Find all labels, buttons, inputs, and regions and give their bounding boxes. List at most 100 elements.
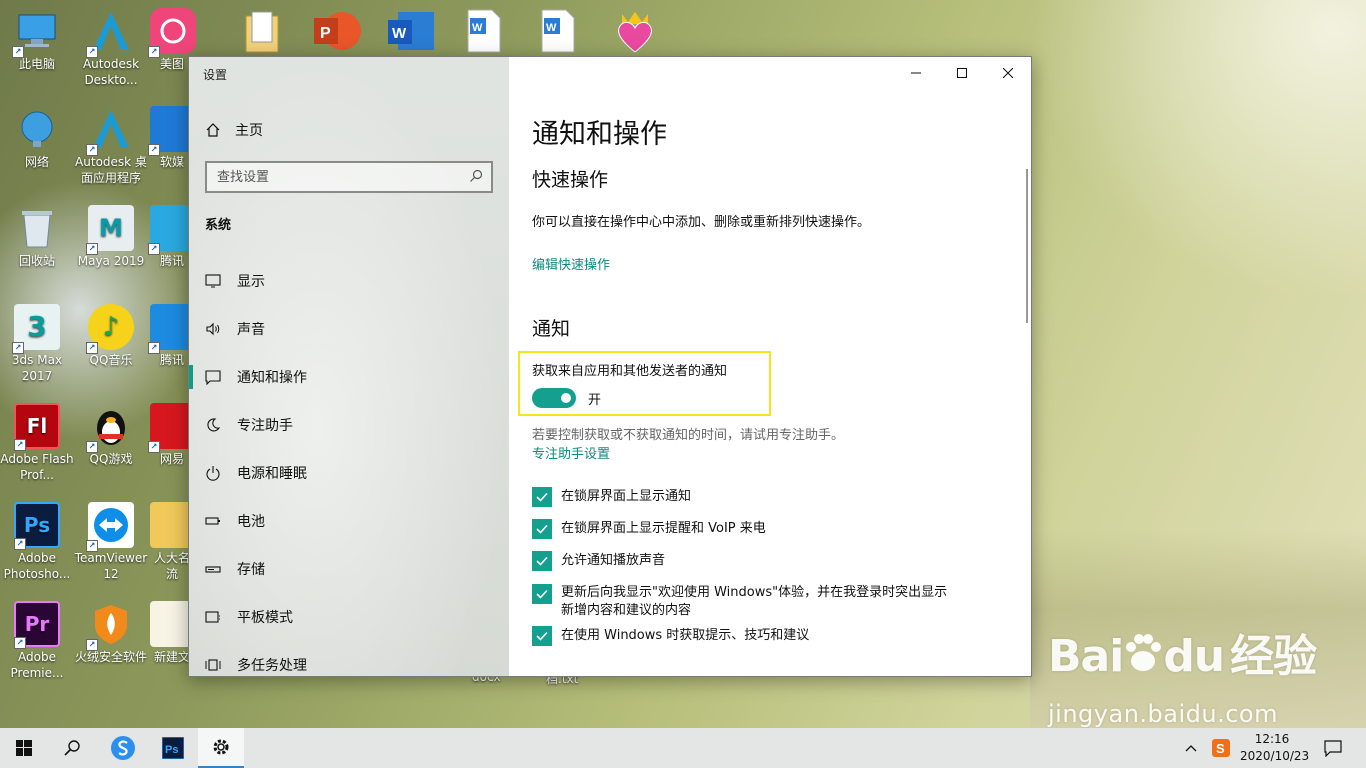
desktop-icon-autodesk-desktop[interactable]: ↗ Autodesk Deskto... <box>74 8 148 88</box>
taskbar-photoshop[interactable]: Ps <box>150 728 196 768</box>
desktop-icon-label: Autodesk Deskto... <box>82 57 140 87</box>
huorong-shield-icon: ↗ <box>86 601 134 651</box>
photoshop-icon: Ps ↗ <box>14 502 60 550</box>
sidebar-home[interactable]: 主页 <box>205 120 263 140</box>
desktop-icon-label: 火绒安全软件 <box>74 650 147 664</box>
maximize-button[interactable] <box>939 57 985 89</box>
checkbox-checked[interactable] <box>532 584 552 604</box>
checkbox-checked[interactable] <box>532 487 552 507</box>
checkbox-label: 在使用 Windows 时获取提示、技巧和建议 <box>561 628 810 643</box>
watermark-brand-du: du <box>1163 631 1225 682</box>
teamviewer-icon: ↗ <box>86 502 134 552</box>
scrollbar[interactable] <box>1026 169 1028 323</box>
checkbox-welcome-experience[interactable]: 更新后向我显示"欢迎使用 Windows"体验，并在我登录时突出显示 新增内容和… <box>532 584 947 620</box>
taskbar-settings[interactable] <box>198 728 244 768</box>
desktop-icon-flash[interactable]: Fl ↗ Adobe Flash Prof... <box>0 403 74 483</box>
quick-actions-heading: 快速操作 <box>532 169 609 191</box>
chevron-up-icon <box>1185 745 1197 752</box>
desktop-icon-qq-music[interactable]: ♪ ↗ QQ音乐 <box>74 304 148 368</box>
watermark-brand-jingyan: 经验 <box>1230 631 1317 682</box>
checkbox-checked[interactable] <box>532 626 552 646</box>
paw-icon <box>1126 634 1162 671</box>
search-icon <box>64 740 80 756</box>
desktop-icon-heart-crown[interactable] <box>612 8 658 58</box>
sidebar-item-tablet-mode[interactable]: 平板模式 <box>189 593 509 641</box>
checkbox-checked[interactable] <box>532 519 552 539</box>
monitor-icon <box>205 274 221 288</box>
checkbox-checked[interactable] <box>532 551 552 571</box>
desktop-icon-maya[interactable]: M ↗ Maya 2019 <box>74 205 148 269</box>
desktop-icon-powerpoint[interactable]: P <box>312 8 362 58</box>
desktop-icon-docx-file[interactable]: W <box>466 8 502 58</box>
sidebar-item-label: 存储 <box>237 562 265 578</box>
sidebar-item-notifications[interactable]: 通知和操作 <box>189 353 509 401</box>
desktop-icon-premiere[interactable]: Pr ↗ Adobe Premie... <box>0 601 74 681</box>
desktop-icon-label: 此电脑 <box>18 57 55 71</box>
settings-content: 通知和操作 快速操作 你可以直接在操作中心中添加、删除或重新排列快速操作。 编辑… <box>509 57 1031 676</box>
sidebar-item-multitasking[interactable]: 多任务处理 <box>189 641 509 689</box>
notification-icon <box>205 370 221 385</box>
desktop-icon-word[interactable]: W <box>386 8 436 58</box>
clock-time: 12:16 <box>1254 732 1290 746</box>
autodesk-icon: ↗ <box>86 8 134 58</box>
close-button[interactable] <box>985 57 1031 89</box>
taskbar-clock[interactable]: 12:16 2020/10/23 <box>1240 731 1309 765</box>
settings-sidebar: 设置 主页 系统 显示 声音 通知和操作 专注 <box>189 57 509 676</box>
quick-actions-description: 你可以直接在操作中心中添加、删除或重新排列快速操作。 <box>532 215 871 230</box>
folder-icon <box>245 11 279 53</box>
desktop-icon-label: QQ音乐 <box>89 353 133 367</box>
desktop-icon-teamviewer[interactable]: ↗ TeamViewer 12 <box>74 502 148 582</box>
power-icon <box>206 466 220 481</box>
desktop-icon-this-pc[interactable]: ↗ 此电脑 <box>0 8 74 72</box>
minimize-icon <box>911 72 921 74</box>
3dsmax-icon: 3 ↗ <box>12 304 60 354</box>
sidebar-item-battery[interactable]: 电池 <box>189 497 509 545</box>
desktop-icon-qq-game[interactable]: ↗ QQ游戏 <box>74 403 148 467</box>
focus-assist-hint: 若要控制获取或不获取通知的时间，请试用专注助手。 <box>532 428 845 443</box>
watermark-url: jingyan.baidu.com <box>1048 700 1278 728</box>
search-input[interactable] <box>207 163 457 191</box>
desktop-icon-huorong[interactable]: ↗ 火绒安全软件 <box>74 601 148 665</box>
checkbox-lock-screen-reminders[interactable]: 在锁屏界面上显示提醒和 VoIP 来电 <box>532 519 766 539</box>
taskbar-search-button[interactable] <box>48 728 96 768</box>
checkbox-label: 在锁屏界面上显示通知 <box>561 489 692 504</box>
sidebar-item-focus-assist[interactable]: 专注助手 <box>189 401 509 449</box>
tray-overflow-button[interactable] <box>1178 728 1204 768</box>
sidebar-item-sound[interactable]: 声音 <box>189 305 509 353</box>
sidebar-item-label: 显示 <box>237 274 265 290</box>
toggle-knob <box>561 393 571 403</box>
checkbox-label: 在锁屏界面上显示提醒和 VoIP 来电 <box>561 521 766 536</box>
sidebar-item-power[interactable]: 电源和睡眠 <box>189 449 509 497</box>
tray-sogou-input[interactable]: S <box>1206 728 1236 768</box>
desktop-icon-3dsmax[interactable]: 3 ↗ 3ds Max 2017 <box>0 304 74 384</box>
svg-text:P: P <box>320 25 331 42</box>
checkbox-tips-tricks[interactable]: 在使用 Windows 时获取提示、技巧和建议 <box>532 626 809 646</box>
desktop-icon-network[interactable]: 网络 <box>0 106 74 170</box>
checkbox-notification-sounds[interactable]: 允许通知播放声音 <box>532 551 665 571</box>
sidebar-item-display[interactable]: 显示 <box>189 257 509 305</box>
desktop-icon-doc-file[interactable]: W <box>540 8 576 58</box>
desktop-icon-folder-docs[interactable] <box>244 10 280 58</box>
desktop-icon-label: Adobe Photosho... <box>3 551 71 581</box>
desktop-icon-photoshop[interactable]: Ps ↗ Adobe Photosho... <box>0 502 74 582</box>
desktop-icon-recycle-bin[interactable]: 回收站 <box>0 205 74 269</box>
notifications-heading: 通知 <box>532 318 571 340</box>
desktop-icon-label: 3ds Max 2017 <box>11 353 63 383</box>
checkbox-lock-screen-notifications[interactable]: 在锁屏界面上显示通知 <box>532 487 691 507</box>
storage-icon <box>205 566 221 573</box>
search-icon[interactable] <box>469 169 483 183</box>
edit-quick-actions-link[interactable]: 编辑快速操作 <box>532 254 610 273</box>
sidebar-item-storage[interactable]: 存储 <box>189 545 509 593</box>
start-button[interactable] <box>0 728 48 768</box>
action-center-button[interactable] <box>1316 728 1350 768</box>
notification-icon <box>1324 740 1342 757</box>
search-box[interactable] <box>205 161 493 193</box>
qq-penguin-icon: ↗ <box>86 403 134 453</box>
premiere-icon: Pr ↗ <box>14 601 60 649</box>
taskbar-sogou-browser[interactable] <box>100 728 146 768</box>
battery-icon <box>205 517 220 525</box>
desktop-icon-autodesk-apps[interactable]: ↗ Autodesk 桌面应用程序 <box>74 106 148 186</box>
focus-assist-settings-link[interactable]: 专注助手设置 <box>532 443 610 462</box>
notifications-toggle[interactable] <box>532 388 576 408</box>
minimize-button[interactable] <box>893 57 939 89</box>
